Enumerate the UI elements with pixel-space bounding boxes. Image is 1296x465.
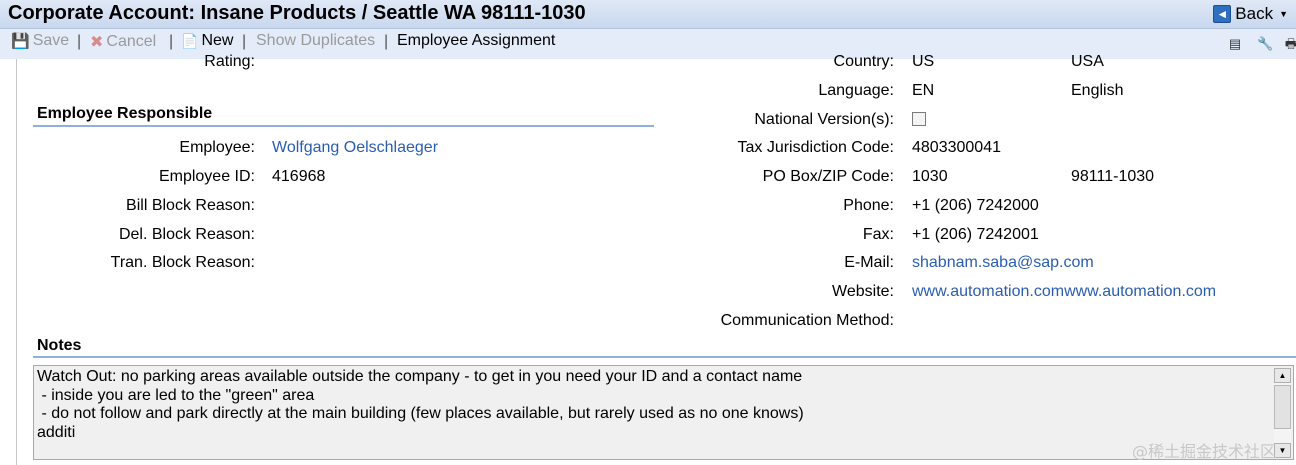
notes-scrollbar[interactable]: ▲ ▼ — [1274, 368, 1291, 458]
save-icon: 💾 — [11, 33, 30, 50]
country-code: US — [912, 53, 935, 70]
phone-value: +1 (206) 7242000 — [912, 197, 1039, 214]
section-divider — [33, 125, 654, 127]
show-duplicates-button[interactable]: Show Duplicates — [256, 32, 375, 50]
toolbar-separator: | — [242, 33, 247, 50]
language-code: EN — [912, 82, 935, 99]
country-name: USA — [1071, 53, 1104, 70]
notes-heading: Notes — [37, 337, 82, 354]
title-bar: Corporate Account: Insane Products / Sea… — [0, 0, 1296, 29]
save-label: Save — [32, 32, 70, 49]
employee-link[interactable]: Wolfgang Oelschlaeger — [272, 139, 438, 157]
chevron-down-icon[interactable]: ▼ — [1279, 9, 1288, 19]
document-list-icon[interactable]: ▤ — [1228, 36, 1242, 51]
del-block-reason-label: Del. Block Reason: — [118, 226, 255, 243]
pobox-value: 1030 — [912, 168, 948, 185]
zip-value: 98111-1030 — [1071, 168, 1155, 185]
show-duplicates-label: Show Duplicates — [256, 32, 376, 49]
phone-label: Phone: — [843, 197, 894, 214]
notes-text[interactable]: Watch Out: no parking areas available ou… — [37, 368, 1267, 442]
fax-value: +1 (206) 7242001 — [912, 226, 1039, 243]
back-arrow-icon: ◄ — [1213, 5, 1232, 23]
new-button[interactable]: 📄 New — [181, 32, 233, 50]
rating-label: Rating: — [204, 53, 255, 70]
new-document-icon: 📄 — [181, 32, 199, 49]
website-label: Website: — [832, 283, 894, 300]
watermark: @稀土掘金技术社区 — [1131, 442, 1276, 461]
save-button[interactable]: 💾 Save — [11, 32, 69, 50]
employee-assignment-button[interactable]: Employee Assignment — [397, 32, 555, 50]
email-link[interactable]: shabnam.saba@sap.com — [912, 254, 1094, 272]
national-version-label: National Version(s): — [754, 111, 894, 128]
national-version-checkbox[interactable] — [912, 112, 926, 126]
employee-label: Employee: — [179, 139, 255, 156]
country-label: Country: — [833, 53, 894, 70]
website-link[interactable]: www.automation.comwww.automation.com — [912, 283, 1216, 301]
toolbar-separator: | — [77, 33, 82, 50]
employee-id-label: Employee ID: — [158, 168, 255, 185]
content-left-border — [16, 59, 17, 465]
language-label: Language: — [818, 82, 894, 99]
scroll-thumb[interactable] — [1274, 385, 1291, 429]
new-label: New — [201, 32, 234, 49]
email-label: E-Mail: — [844, 254, 894, 271]
employee-id-value: 416968 — [272, 168, 326, 185]
employee-assignment-label: Employee Assignment — [397, 32, 556, 49]
section-divider — [33, 356, 1296, 358]
communication-method-label: Communication Method: — [720, 312, 894, 329]
back-label: Back — [1235, 4, 1274, 23]
tax-jurisdiction-label: Tax Jurisdiction Code: — [737, 139, 894, 156]
fax-label: Fax: — [862, 226, 894, 243]
wrench-icon[interactable]: 🔧 — [1257, 36, 1273, 51]
cancel-button[interactable]: ✖ Cancel — [90, 32, 156, 52]
back-button[interactable]: ◄ Back ▼ — [1213, 3, 1288, 25]
toolbar-separator: | — [169, 33, 174, 50]
cancel-label: Cancel — [106, 33, 157, 50]
tran-block-reason-label: Tran. Block Reason: — [110, 254, 255, 271]
tax-jurisdiction-value: 4803300041 — [912, 139, 1001, 156]
cancel-icon: ✖ — [90, 34, 104, 51]
toolbar-separator: | — [384, 33, 389, 50]
employee-responsible-heading: Employee Responsible — [37, 105, 213, 122]
scroll-down-icon[interactable]: ▼ — [1274, 443, 1291, 458]
bill-block-reason-label: Bill Block Reason: — [126, 197, 255, 214]
notes-textarea[interactable]: Watch Out: no parking areas available ou… — [33, 365, 1294, 460]
print-icon[interactable]: 🖶 — [1284, 36, 1296, 51]
language-name: English — [1071, 82, 1124, 99]
pobox-zip-label: PO Box/ZIP Code: — [762, 168, 894, 185]
scroll-up-icon[interactable]: ▲ — [1274, 368, 1291, 383]
page-title: Corporate Account: Insane Products / Sea… — [8, 2, 586, 24]
